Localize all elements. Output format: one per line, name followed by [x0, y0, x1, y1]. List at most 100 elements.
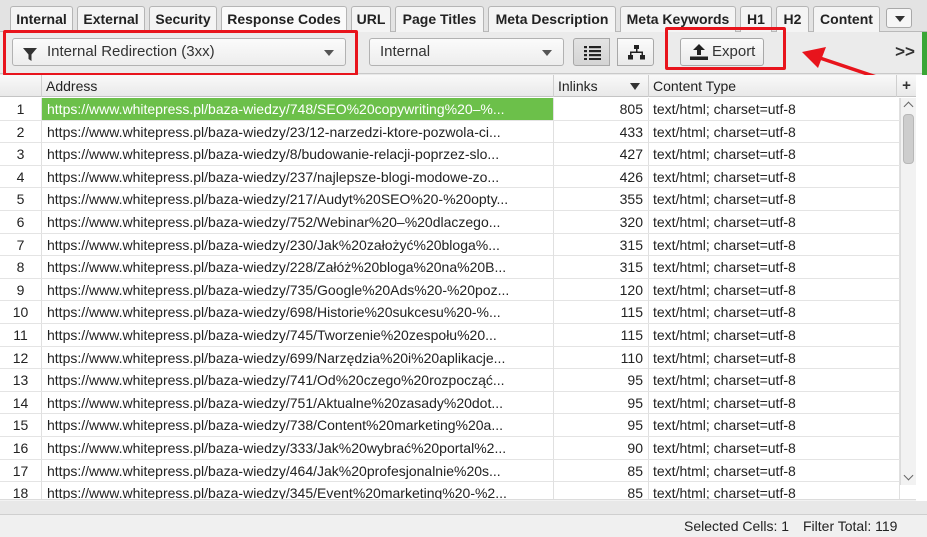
- table-row[interactable]: 14 https://www.whitepress.pl/baza-wiedzy/…: [0, 391, 900, 415]
- table-row[interactable]: 8 https://www.whitepress.pl/baza-wiedzy/2…: [0, 256, 900, 279]
- content-type-cell[interactable]: text/html; charset=utf-8: [649, 324, 900, 346]
- row-number-cell[interactable]: 1: [0, 98, 42, 120]
- inlinks-cell[interactable]: 315: [554, 233, 649, 256]
- inlinks-cell[interactable]: 95: [554, 414, 649, 437]
- address-cell[interactable]: https://www.whitepress.pl/baza-wiedzy/69…: [42, 301, 554, 324]
- table-row[interactable]: 5 https://www.whitepress.pl/baza-wiedzy/2…: [0, 188, 900, 211]
- row-number-cell[interactable]: 9: [0, 278, 42, 301]
- address-cell[interactable]: https://www.whitepress.pl/baza-wiedzy/74…: [42, 98, 554, 120]
- inlinks-cell[interactable]: 433: [554, 120, 649, 143]
- table-row[interactable]: 2 https://www.whitepress.pl/baza-wiedzy/2…: [0, 120, 900, 144]
- inlinks-cell[interactable]: 120: [554, 278, 649, 301]
- table-row[interactable]: 16 https://www.whitepress.pl/baza-wiedzy/…: [0, 437, 900, 460]
- tab-h2[interactable]: H2: [776, 6, 809, 32]
- row-number-cell[interactable]: 6: [0, 211, 42, 233]
- scroll-right-icon[interactable]: [900, 500, 914, 501]
- content-type-cell[interactable]: text/html; charset=utf-8: [649, 256, 900, 279]
- content-type-cell[interactable]: text/html; charset=utf-8: [649, 459, 900, 482]
- row-number-cell[interactable]: 10: [0, 301, 42, 324]
- tab-page-titles[interactable]: Page Titles: [395, 6, 484, 32]
- content-type-cell[interactable]: text/html; charset=utf-8: [649, 414, 900, 437]
- content-type-cell[interactable]: text/html; charset=utf-8: [649, 278, 900, 301]
- address-cell[interactable]: https://www.whitepress.pl/baza-wiedzy/46…: [42, 459, 554, 482]
- content-type-cell[interactable]: text/html; charset=utf-8: [649, 165, 900, 188]
- export-button[interactable]: Export: [680, 38, 764, 66]
- address-cell[interactable]: https://www.whitepress.pl/baza-wiedzy/33…: [42, 437, 554, 459]
- address-cell[interactable]: https://www.whitepress.pl/baza-wiedzy/73…: [42, 278, 554, 301]
- inlinks-cell[interactable]: 805: [554, 98, 649, 120]
- content-type-cell[interactable]: text/html; charset=utf-8: [649, 391, 900, 414]
- row-number-cell[interactable]: 2: [0, 120, 42, 143]
- horizontal-scrollbar[interactable]: [0, 499, 916, 501]
- row-number-cell[interactable]: 16: [0, 437, 42, 459]
- row-number-cell[interactable]: 11: [0, 324, 42, 346]
- row-number-cell[interactable]: 15: [0, 414, 42, 437]
- content-type-cell[interactable]: text/html; charset=utf-8: [649, 437, 900, 459]
- address-cell[interactable]: https://www.whitepress.pl/baza-wiedzy/22…: [42, 256, 554, 279]
- column-header-content-type[interactable]: Content Type: [649, 75, 897, 97]
- inlinks-cell[interactable]: 95: [554, 391, 649, 414]
- table-row[interactable]: 12 https://www.whitepress.pl/baza-wiedzy/…: [0, 346, 900, 370]
- list-view-button[interactable]: [573, 38, 610, 66]
- inlinks-cell[interactable]: 355: [554, 188, 649, 211]
- row-number-cell[interactable]: 17: [0, 459, 42, 482]
- table-row[interactable]: 17 https://www.whitepress.pl/baza-wiedzy/…: [0, 459, 900, 483]
- content-type-cell[interactable]: text/html; charset=utf-8: [649, 143, 900, 166]
- table-row[interactable]: 6 https://www.whitepress.pl/baza-wiedzy/7…: [0, 211, 900, 234]
- inlinks-cell[interactable]: 90: [554, 437, 649, 459]
- table-row[interactable]: 9 https://www.whitepress.pl/baza-wiedzy/7…: [0, 278, 900, 302]
- inlinks-cell[interactable]: 427: [554, 143, 649, 166]
- content-type-cell[interactable]: text/html; charset=utf-8: [649, 98, 900, 120]
- address-cell[interactable]: https://www.whitepress.pl/baza-wiedzy/73…: [42, 414, 554, 437]
- row-number-cell[interactable]: 8: [0, 256, 42, 279]
- inlinks-cell[interactable]: 315: [554, 256, 649, 279]
- row-number-cell[interactable]: 4: [0, 165, 42, 188]
- tab-content[interactable]: Content: [813, 6, 880, 32]
- vertical-scroll-thumb[interactable]: [903, 114, 914, 164]
- tab-h1[interactable]: H1: [740, 6, 772, 32]
- add-column-button[interactable]: +: [897, 75, 916, 97]
- row-number-cell[interactable]: 5: [0, 188, 42, 211]
- type-select[interactable]: Internal: [369, 38, 564, 66]
- address-cell[interactable]: https://www.whitepress.pl/baza-wiedzy/75…: [42, 211, 554, 233]
- table-row[interactable]: 11 https://www.whitepress.pl/baza-wiedzy/…: [0, 324, 900, 347]
- table-row[interactable]: 1 https://www.whitepress.pl/baza-wiedzy/7…: [0, 98, 900, 121]
- tab-external[interactable]: External: [77, 6, 145, 32]
- toolbar-overflow-button[interactable]: >>: [893, 40, 917, 64]
- content-type-cell[interactable]: text/html; charset=utf-8: [649, 301, 900, 324]
- inlinks-cell[interactable]: 320: [554, 211, 649, 233]
- content-type-cell[interactable]: text/html; charset=utf-8: [649, 233, 900, 256]
- address-cell[interactable]: https://www.whitepress.pl/baza-wiedzy/74…: [42, 369, 554, 392]
- inlinks-cell[interactable]: 115: [554, 301, 649, 324]
- tabs-overflow-dropdown[interactable]: [886, 8, 912, 28]
- filter-select[interactable]: Internal Redirection (3xx): [12, 38, 346, 66]
- tab-security[interactable]: Security: [149, 6, 217, 32]
- scroll-left-icon[interactable]: [0, 500, 14, 501]
- address-cell[interactable]: https://www.whitepress.pl/baza-wiedzy/23…: [42, 233, 554, 256]
- scroll-up-icon[interactable]: [901, 98, 917, 112]
- inlinks-cell[interactable]: 95: [554, 369, 649, 392]
- inlinks-cell[interactable]: 426: [554, 165, 649, 188]
- table-row[interactable]: 15 https://www.whitepress.pl/baza-wiedzy/…: [0, 414, 900, 437]
- vertical-scrollbar[interactable]: [900, 98, 916, 485]
- table-row[interactable]: 3 https://www.whitepress.pl/baza-wiedzy/8…: [0, 143, 900, 166]
- column-header-address[interactable]: Address: [42, 75, 554, 97]
- table-row[interactable]: 13 https://www.whitepress.pl/baza-wiedzy/…: [0, 369, 900, 392]
- address-cell[interactable]: https://www.whitepress.pl/baza-wiedzy/74…: [42, 324, 554, 346]
- inlinks-cell[interactable]: 115: [554, 324, 649, 346]
- column-header-inlinks[interactable]: Inlinks: [554, 75, 649, 97]
- table-row[interactable]: 4 https://www.whitepress.pl/baza-wiedzy/2…: [0, 165, 900, 189]
- tab-url[interactable]: URL: [351, 6, 391, 32]
- address-cell[interactable]: https://www.whitepress.pl/baza-wiedzy/23…: [42, 120, 554, 143]
- row-number-cell[interactable]: 3: [0, 143, 42, 166]
- row-number-cell[interactable]: 12: [0, 346, 42, 369]
- content-type-cell[interactable]: text/html; charset=utf-8: [649, 211, 900, 233]
- table-row[interactable]: 10 https://www.whitepress.pl/baza-wiedzy/…: [0, 301, 900, 324]
- address-cell[interactable]: https://www.whitepress.pl/baza-wiedzy/69…: [42, 346, 554, 369]
- table-row[interactable]: 7 https://www.whitepress.pl/baza-wiedzy/2…: [0, 233, 900, 257]
- address-cell[interactable]: https://www.whitepress.pl/baza-wiedzy/23…: [42, 165, 554, 188]
- inlinks-cell[interactable]: 110: [554, 346, 649, 369]
- row-number-cell[interactable]: 13: [0, 369, 42, 392]
- content-type-cell[interactable]: text/html; charset=utf-8: [649, 188, 900, 211]
- scroll-down-icon[interactable]: [901, 471, 917, 485]
